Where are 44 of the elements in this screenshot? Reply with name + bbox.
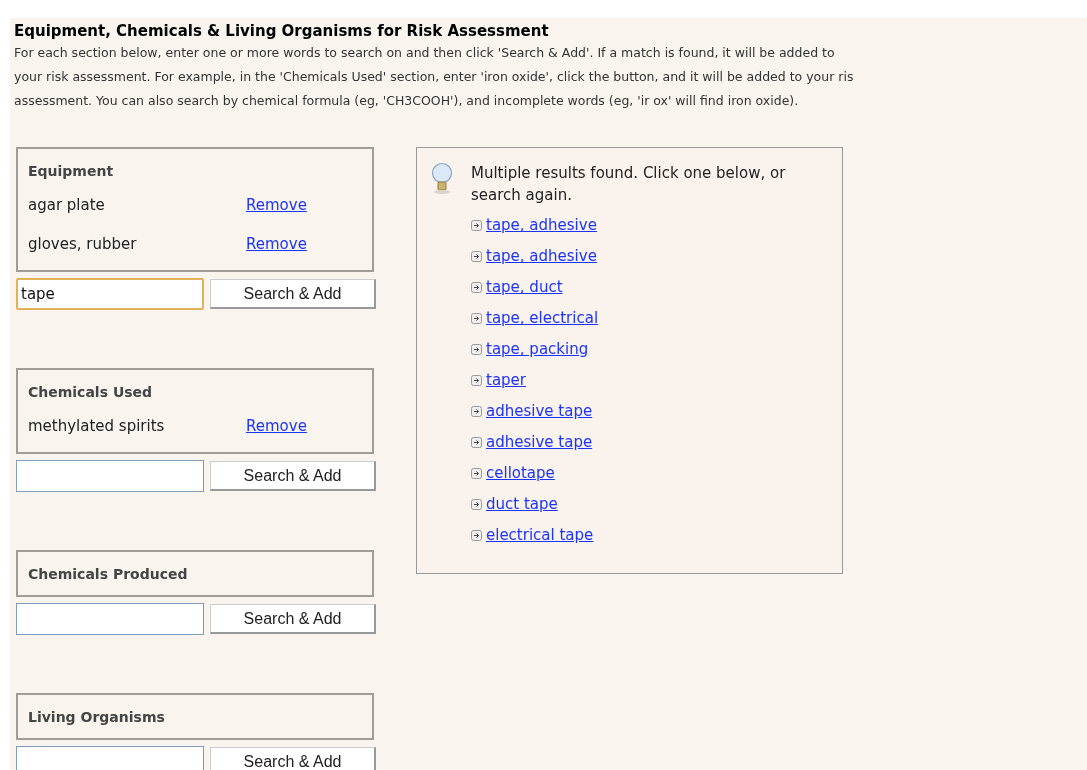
search-field[interactable]: tape bbox=[16, 278, 204, 310]
item-name: agar plate bbox=[28, 195, 106, 217]
arrow-box-icon bbox=[471, 282, 482, 293]
search-add-button[interactable]: Search & Add bbox=[210, 461, 376, 491]
item-name: methylated spirits bbox=[28, 416, 166, 438]
remove-link[interactable]: Remove bbox=[246, 194, 307, 217]
section-heading: Chemicals Used bbox=[28, 383, 154, 402]
section-heading: Chemicals Produced bbox=[28, 565, 189, 584]
arrow-box-icon bbox=[471, 468, 482, 479]
search-field[interactable] bbox=[16, 603, 204, 635]
search-field[interactable] bbox=[16, 460, 204, 492]
result-link[interactable]: tape, adhesive bbox=[486, 214, 597, 237]
search-add-button[interactable]: Search & Add bbox=[210, 279, 376, 309]
remove-link[interactable]: Remove bbox=[246, 233, 307, 256]
arrow-box-icon bbox=[471, 251, 482, 262]
result-link[interactable]: tape, packing bbox=[486, 338, 589, 361]
search-add-button[interactable]: Search & Add bbox=[210, 747, 376, 770]
arrow-box-icon bbox=[471, 437, 482, 448]
search-field[interactable] bbox=[16, 746, 204, 770]
result-link[interactable]: taper bbox=[486, 369, 526, 392]
arrow-box-icon bbox=[471, 375, 482, 386]
section-heading: Living Organisms bbox=[28, 708, 166, 727]
section-heading: Equipment bbox=[28, 162, 115, 181]
lightbulb-icon bbox=[431, 162, 453, 196]
arrow-box-icon bbox=[471, 499, 482, 510]
result-link[interactable]: tape, adhesive bbox=[486, 245, 597, 268]
page-title: Equipment, Chemicals & Living Organisms for Risk Assessment bbox=[14, 21, 550, 41]
item-name: gloves, rubber bbox=[28, 234, 138, 256]
search-add-button[interactable]: Search & Add bbox=[210, 604, 376, 634]
result-link[interactable]: duct tape bbox=[486, 493, 558, 516]
arrow-box-icon bbox=[471, 344, 482, 355]
arrow-box-icon bbox=[471, 313, 482, 324]
result-link[interactable]: adhesive tape bbox=[486, 400, 593, 423]
result-link[interactable]: electrical tape bbox=[486, 524, 594, 547]
arrow-box-icon bbox=[471, 530, 482, 541]
result-link[interactable]: tape, electrical bbox=[486, 307, 599, 330]
results-message: Multiple results found. Click one below, or search again. bbox=[471, 163, 787, 206]
intro-paragraph: For each section below, enter one or more words to search on and then click 'Search & Add'. If a match is found, it will be added to your risk assessment. For example, in the 'Chemicals Used' section, enter 'iron oxide', click the button, and it will be added to your ris assessment. You can also search by chemical formula (eg, 'CH3COOH'), and incomplete words (eg, 'ir ox' will find iron oxide). bbox=[14, 44, 855, 110]
result-link[interactable]: cellotape bbox=[486, 462, 555, 485]
result-link[interactable]: tape, duct bbox=[486, 276, 563, 299]
remove-link[interactable]: Remove bbox=[246, 415, 307, 438]
result-link[interactable]: adhesive tape bbox=[486, 431, 593, 454]
arrow-box-icon bbox=[471, 406, 482, 417]
arrow-box-icon bbox=[471, 220, 482, 231]
